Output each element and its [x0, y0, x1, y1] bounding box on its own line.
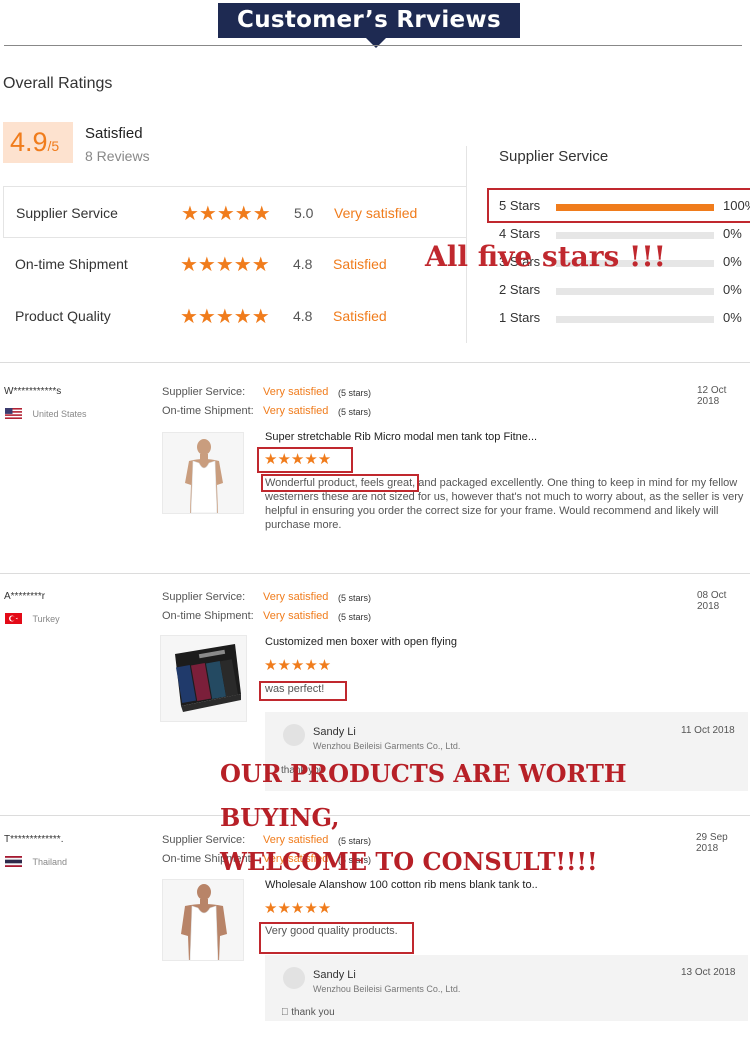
country-name: United States	[32, 409, 87, 419]
rating-score: 4.8	[293, 308, 313, 324]
reviews-count: 8 Reviews	[85, 148, 150, 164]
highlight-box	[259, 922, 414, 954]
rating-row-on-time-shipment: On-time Shipment ★★★★★ 4.8 Satisfied	[3, 238, 467, 290]
reply-name: Sandy Li	[313, 969, 356, 981]
on-time-shipment-stars: (5 stars)	[338, 612, 372, 622]
overall-score: 4.9	[10, 127, 48, 157]
distribution-bar	[556, 232, 714, 239]
divider	[0, 573, 750, 574]
distribution-row: 2 Stars 0%	[499, 280, 750, 300]
highlight-box	[487, 188, 750, 223]
supplier-service-value: Very satisfied	[263, 591, 329, 603]
reply-date: 13 Oct 2018	[681, 967, 736, 978]
banner-arrow	[366, 38, 386, 48]
product-image[interactable]	[162, 879, 244, 961]
promo-overlay-text: All five stars !!!	[425, 240, 666, 273]
distribution-row: 1 Stars 0%	[499, 308, 750, 328]
product-title[interactable]: Super stretchable Rib Micro modal men ta…	[265, 431, 537, 443]
reply-name: Sandy Li	[313, 726, 356, 738]
review-stars: ★★★★★	[264, 451, 332, 468]
supplier-service-value: Very satisfied	[263, 386, 329, 398]
review-stars: ★★★★★	[264, 900, 332, 917]
distribution-percent: 0%	[723, 254, 742, 269]
thailand-flag-icon	[5, 856, 22, 867]
rating-label: Product Quality	[15, 308, 111, 324]
promo-line-2: WELCOME TO CONSULT!!!!	[220, 847, 598, 876]
reviewer-country: Turkey	[5, 611, 60, 629]
rating-score: 4.8	[293, 256, 313, 272]
rating-stars: ★★★★★	[180, 306, 270, 328]
promo-line-1: OUR PRODUCTS ARE WORTH BUYING,	[220, 759, 627, 832]
review-date: 12 Oct 2018	[697, 385, 727, 407]
supplier-service-stars: (5 stars)	[338, 388, 372, 398]
distribution-label: 4 Stars	[499, 226, 541, 241]
rating-score: 5.0	[294, 205, 314, 221]
rating-text: Very satisfied	[334, 205, 418, 221]
avatar	[283, 724, 305, 746]
product-image[interactable]	[162, 432, 244, 514]
overall-score-badge: 4.9/5	[3, 122, 73, 163]
overall-satisfaction: Satisfied	[85, 125, 143, 142]
distribution-title: Supplier Service	[499, 148, 609, 165]
avatar	[283, 967, 305, 989]
tank-top-model-image	[163, 880, 243, 960]
reviewer-country: United States	[5, 406, 86, 424]
reply-date: 11 Oct 2018	[681, 725, 735, 736]
supplier-service-label: Supplier Service:	[162, 591, 246, 603]
rating-stars: ★★★★★	[180, 254, 270, 276]
on-time-shipment-value: Very satisfied	[263, 405, 329, 417]
reviewer-name: T*************.	[4, 834, 64, 845]
us-flag-icon	[5, 408, 22, 419]
on-time-shipment-value: Very satisfied	[263, 610, 329, 622]
review-stars: ★★★★★	[264, 657, 332, 674]
distribution-percent: 0%	[723, 226, 742, 241]
country-name: Turkey	[32, 614, 60, 624]
divider	[0, 362, 750, 363]
overall-score-max: /5	[47, 138, 60, 154]
product-image[interactable]	[160, 635, 247, 722]
distribution-bar	[556, 288, 714, 295]
on-time-shipment-stars: (5 stars)	[338, 407, 372, 417]
rating-row-product-quality: Product Quality ★★★★★ 4.8 Satisfied	[3, 290, 467, 342]
on-time-shipment-label: On-time Shipment:	[162, 405, 254, 417]
rating-text: Satisfied	[333, 256, 387, 272]
divider	[4, 45, 742, 46]
rating-row-supplier-service: Supplier Service ★★★★★ 5.0 Very satisfie…	[3, 186, 467, 238]
highlight-box	[261, 474, 419, 492]
page-title-banner: Customer’s Rrviews	[218, 3, 520, 38]
reply-company: Wenzhou Beileisi Garments Co., Ltd.	[313, 984, 461, 994]
tank-top-model-image	[163, 433, 243, 513]
on-time-shipment-label: On-time Shipment:	[162, 610, 254, 622]
country-name: Thailand	[32, 857, 67, 867]
seller-reply: Sandy Li Wenzhou Beileisi Garments Co., …	[265, 955, 748, 1021]
reply-text:   thank you	[281, 1007, 335, 1018]
promo-overlay-text: OUR PRODUCTS ARE WORTH BUYING, WELCOME T…	[220, 752, 750, 884]
rating-stars: ★★★★★	[181, 203, 271, 225]
highlight-box	[259, 681, 347, 701]
reviewer-name: W***********s	[4, 386, 62, 397]
rating-label: Supplier Service	[16, 205, 118, 221]
distribution-percent: 0%	[723, 282, 742, 297]
supplier-service-stars: (5 stars)	[338, 593, 372, 603]
boxer-box-image	[161, 636, 246, 721]
rating-label: On-time Shipment	[15, 256, 128, 272]
rating-text: Satisfied	[333, 308, 387, 324]
turkey-flag-icon	[5, 613, 22, 624]
review-date: 08 Oct 2018	[697, 590, 727, 612]
overall-ratings-title: Overall Ratings	[3, 75, 113, 92]
reply-company: Wenzhou Beileisi Garments Co., Ltd.	[313, 741, 461, 751]
product-title[interactable]: Customized men boxer with open flying	[265, 636, 457, 648]
distribution-bar	[556, 316, 714, 323]
supplier-service-label: Supplier Service:	[162, 386, 246, 398]
reviewer-name: A********r	[4, 591, 46, 602]
reviewer-country: Thailand	[5, 854, 67, 872]
distribution-label: 1 Stars	[499, 310, 541, 325]
distribution-label: 2 Stars	[499, 282, 541, 297]
distribution-percent: 0%	[723, 310, 742, 325]
